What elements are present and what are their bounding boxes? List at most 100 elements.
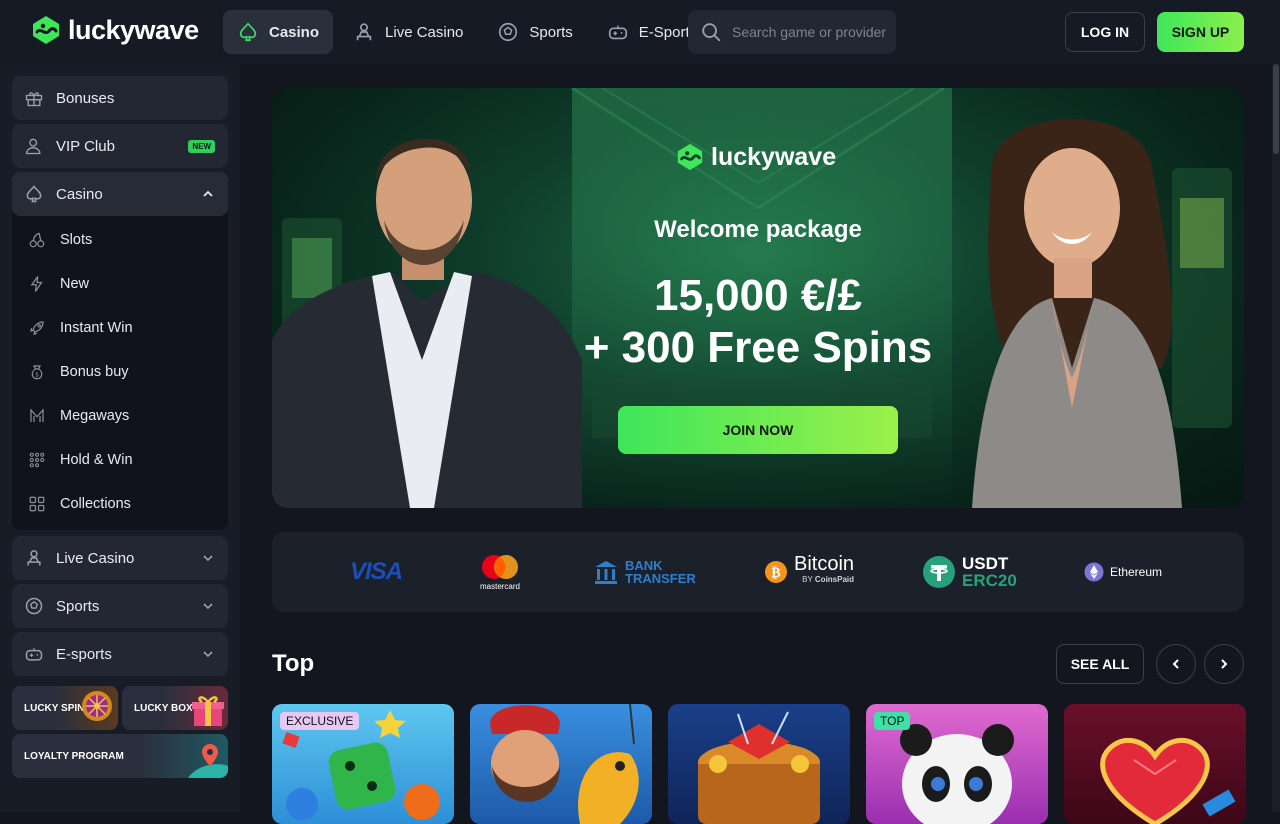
sidebar-sub-slots[interactable]: Slots: [28, 225, 92, 255]
usdt-label-line1: USDT: [962, 554, 1009, 573]
payment-usdt: USDT ERC20: [922, 532, 1017, 612]
sidebar-sub-collections[interactable]: Collections: [28, 489, 131, 519]
gamepad-icon: [25, 648, 43, 661]
payment-bank-transfer: BANK TRANSFER: [593, 532, 696, 612]
sidebar-item-live-casino[interactable]: Live Casino: [12, 536, 228, 580]
dots-grid-icon: [29, 452, 45, 468]
hero-banner[interactable]: luckywave Welcome package 15,000 €/£ + 3…: [272, 88, 1244, 508]
page-scrollbar[interactable]: [1272, 64, 1280, 812]
logo-wave-icon: [33, 16, 59, 44]
lightning-icon: [30, 276, 43, 292]
game-tag-exclusive: EXCLUSIVE: [280, 712, 360, 730]
sidebar-item-vip[interactable]: VIP Club NEW: [12, 124, 228, 168]
nav-live-casino-label: Live Casino: [385, 23, 464, 41]
sidebar-casino-group: Casino Slots New Instant Win $ Bonus buy…: [12, 172, 228, 530]
top-header: luckywave Casino Live Casino Sports E-Sp…: [0, 0, 1280, 64]
visa-logo: VISA: [350, 558, 403, 585]
gift-box-icon: [192, 696, 224, 726]
scrollbar-thumb[interactable]: [1273, 64, 1279, 154]
hero-amount-line2: + 300 Free Spins: [583, 323, 933, 372]
map-pin-icon: [188, 744, 228, 778]
hero-subtitle: Welcome package: [654, 216, 862, 243]
tether-icon: [923, 556, 955, 588]
sidebar-item-casino[interactable]: Casino: [12, 172, 228, 216]
carousel-prev-button[interactable]: [1156, 644, 1196, 684]
chevron-down-icon: [203, 651, 213, 658]
coinspaid-label: BY CoinsPaid: [802, 575, 855, 584]
signup-button[interactable]: SIGN UP: [1157, 12, 1244, 52]
cherries-icon: [29, 232, 45, 248]
sidebar-sub-bonus-buy[interactable]: $ Bonus buy: [28, 357, 129, 387]
sidebar-sub-label: Slots: [60, 232, 93, 248]
search-box[interactable]: [688, 10, 896, 54]
promo-loyalty-label: LOYALTY PROGRAM: [24, 750, 124, 762]
hero-logo-text: luckywave: [711, 142, 837, 171]
megaways-icon: [30, 408, 44, 422]
mastercard-logo-icon: [482, 554, 518, 579]
game-card[interactable]: [470, 704, 652, 824]
logo-text: luckywave: [68, 14, 199, 45]
payment-methods-bar: VISA mastercard BANK TRANSFER ₿ Bitcoin …: [272, 532, 1244, 612]
sidebar-item-bonuses[interactable]: Bonuses: [12, 76, 228, 120]
gift-icon: [25, 92, 43, 107]
payment-ethereum: Ethereum: [1084, 532, 1162, 612]
sidebar-sub-label: Hold & Win: [60, 452, 133, 468]
dealer-icon: [27, 550, 41, 566]
payment-visa: VISA: [350, 532, 403, 612]
rocket-icon: [30, 321, 44, 335]
mastercard-label: mastercard: [479, 581, 520, 591]
sidebar-sub-instant-win[interactable]: Instant Win: [28, 313, 133, 343]
hero-logo: luckywave: [675, 142, 836, 172]
sidebar-label-esports: E-sports: [56, 645, 112, 663]
promo-lucky-box[interactable]: LUCKY BOX: [122, 686, 228, 730]
site-logo[interactable]: luckywave: [30, 14, 199, 46]
nav-live-casino[interactable]: Live Casino: [339, 10, 477, 54]
sidebar-sub-hold-win[interactable]: Hold & Win: [28, 445, 133, 475]
game-card[interactable]: [668, 704, 850, 824]
sidebar-sub-label: Bonus buy: [60, 364, 129, 380]
see-all-button[interactable]: SEE ALL: [1056, 644, 1144, 684]
money-bag-icon: $: [31, 365, 43, 380]
chevron-left-icon: [1172, 659, 1179, 669]
promo-lucky-spin[interactable]: LUCKY SPIN: [12, 686, 118, 730]
gamepad-icon: [608, 25, 627, 40]
sidebar-sub-label: Instant Win: [60, 320, 133, 336]
sidebar-sub-new[interactable]: New: [28, 269, 89, 299]
ethereum-label: Ethereum: [1110, 565, 1163, 579]
wheel-icon: [82, 691, 112, 721]
logo-wave-icon: [677, 143, 703, 171]
sidebar-sub-megaways[interactable]: Megaways: [28, 401, 129, 431]
join-now-button[interactable]: JOIN NOW: [618, 406, 898, 454]
sidebar-label-sports: Sports: [56, 597, 100, 615]
payment-mastercard: mastercard: [478, 532, 522, 612]
nav-sports[interactable]: Sports: [483, 10, 586, 54]
login-button[interactable]: LOG IN: [1065, 12, 1145, 52]
svg-text:$: $: [35, 372, 39, 379]
hero-amount-line1: 15,000 €/£: [654, 271, 862, 320]
game-thumbnail-heart: [1100, 737, 1236, 824]
ethereum-icon: [1084, 562, 1104, 582]
game-thumbnail-treasure: [698, 711, 820, 824]
promo-lucky-box-label: LUCKY BOX: [134, 702, 193, 714]
sidebar-item-sports[interactable]: Sports: [12, 584, 228, 628]
sidebar: Bonuses VIP Club NEW Casino Slots New In…: [0, 64, 240, 812]
game-card[interactable]: [1064, 704, 1246, 824]
search-input[interactable]: [732, 24, 892, 40]
sidebar-sub-label: Collections: [60, 496, 131, 512]
chevron-down-icon: [203, 555, 213, 562]
promo-loyalty-program[interactable]: LOYALTY PROGRAM: [12, 734, 228, 778]
nav-casino[interactable]: Casino: [223, 10, 334, 54]
game-tag-top: TOP: [874, 712, 911, 730]
promo-lucky-spin-label: LUCKY SPIN: [24, 702, 85, 714]
nav-casino-label: Casino: [269, 23, 320, 41]
game-card[interactable]: TOP: [866, 704, 1048, 824]
spade-icon: [239, 22, 257, 42]
svg-text:₿: ₿: [771, 565, 780, 581]
bank-icon: [595, 561, 617, 584]
sidebar-item-esports[interactable]: E-sports: [12, 632, 228, 676]
sidebar-label-vip: VIP Club: [56, 137, 115, 155]
carousel-next-button[interactable]: [1204, 644, 1244, 684]
hero-amount: 15,000 €/£ + 300 Free Spins: [272, 270, 1244, 374]
usdt-label-line2: ERC20: [962, 571, 1017, 590]
game-card[interactable]: EXCLUSIVE: [272, 704, 454, 824]
